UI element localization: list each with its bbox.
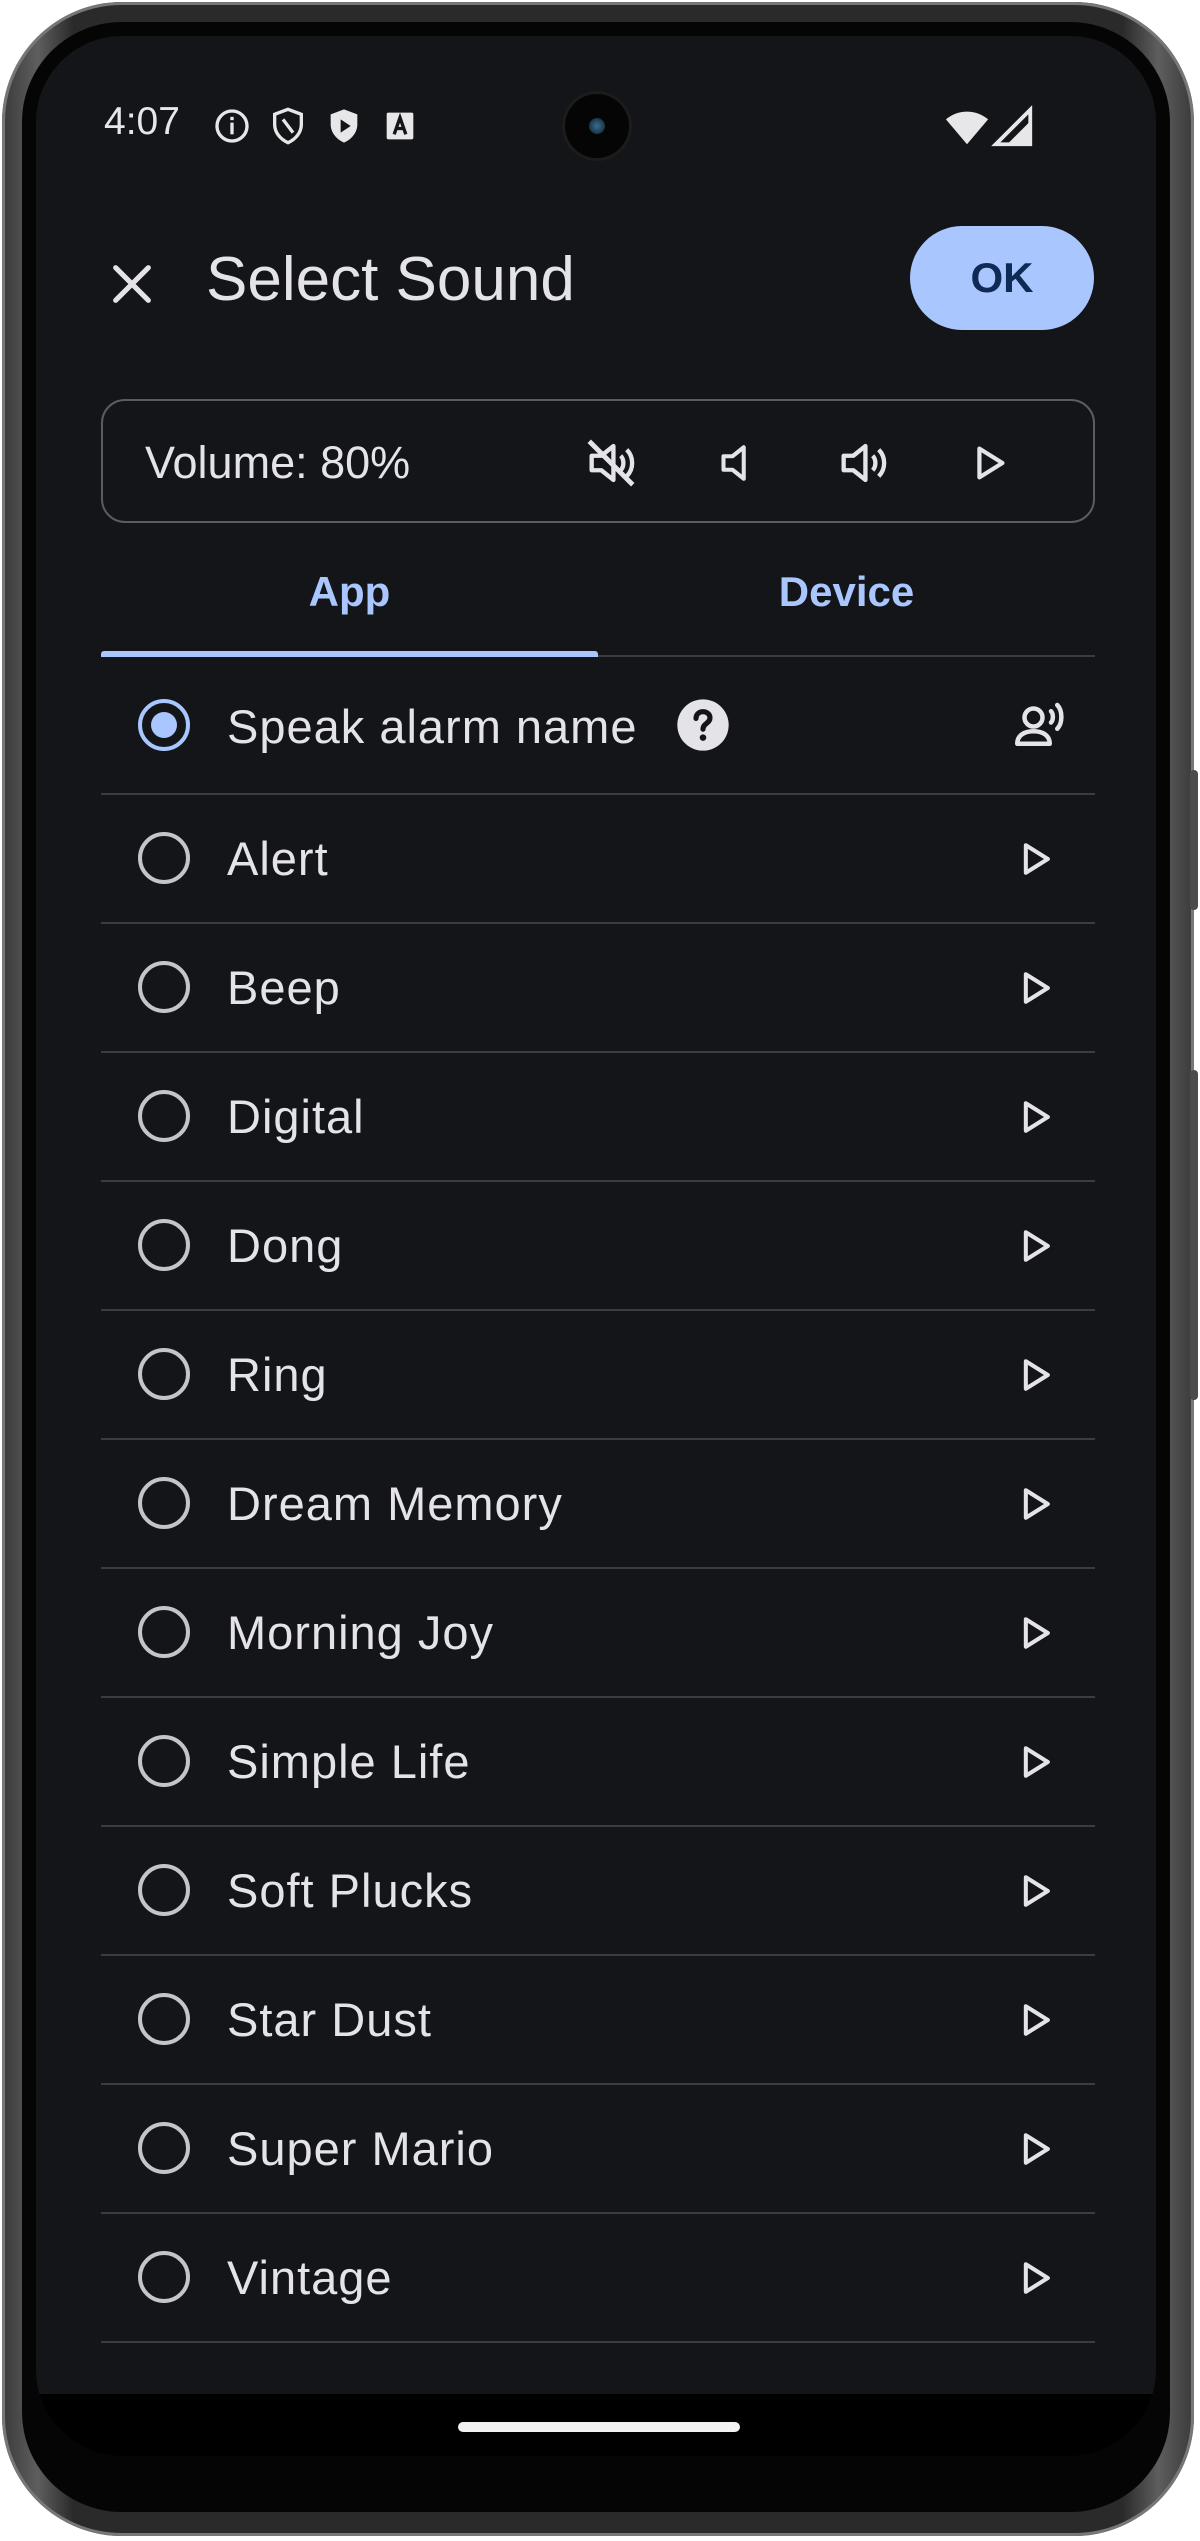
radio-button-selected[interactable] (138, 699, 190, 751)
list-item-label: Alert (227, 832, 329, 885)
radio-button[interactable] (138, 2122, 190, 2174)
sound-list: Speak alarm name Alert Beep Digital Dong (101, 657, 1095, 2343)
close-icon (113, 265, 151, 303)
screen: 4:07 Select Sound OK Volume: 80% App Dev… (36, 36, 1156, 2456)
volume-up-button[interactable] (833, 433, 893, 493)
close-button[interactable] (100, 252, 164, 316)
list-item-speak-alarm-name[interactable]: Speak alarm name (101, 657, 1095, 795)
play-button[interactable] (1005, 1345, 1065, 1405)
list-item[interactable]: Dong (101, 1182, 1095, 1311)
wifi-icon (945, 111, 989, 145)
radio-button[interactable] (138, 1735, 190, 1787)
play-icon (1023, 843, 1050, 875)
radio-button[interactable] (138, 2251, 190, 2303)
play-button[interactable] (1005, 2119, 1065, 2179)
play-shield-icon (330, 109, 358, 143)
play-icon (1023, 1359, 1050, 1391)
play-icon (1023, 1230, 1050, 1262)
play-icon (1023, 2133, 1050, 2165)
play-icon (1023, 1875, 1050, 1907)
power-button (1190, 770, 1198, 910)
play-button[interactable] (1005, 1990, 1065, 2050)
list-item[interactable]: Beep (101, 924, 1095, 1053)
list-item-label: Simple Life (227, 1735, 471, 1788)
radio-button[interactable] (138, 1477, 190, 1529)
list-item-label: Dong (227, 1219, 344, 1272)
play-icon (1023, 1101, 1050, 1133)
radio-button[interactable] (138, 1090, 190, 1142)
volume-rocker (1190, 1070, 1198, 1400)
list-item-label: Dream Memory (227, 1477, 563, 1530)
front-camera (565, 94, 629, 158)
play-button[interactable] (1005, 2248, 1065, 2308)
list-item[interactable]: Simple Life (101, 1698, 1095, 1827)
volume-down-button[interactable] (707, 433, 767, 493)
play-button[interactable] (1005, 958, 1065, 1018)
list-item-label: Speak alarm name (227, 700, 638, 753)
play-button[interactable] (1005, 829, 1065, 889)
a11y-text-icon (386, 112, 414, 140)
list-item[interactable]: Alert (101, 795, 1095, 924)
list-item[interactable]: Digital (101, 1053, 1095, 1182)
play-icon (977, 446, 1005, 480)
tab-app[interactable]: App (101, 568, 598, 616)
tab-bar: App Device (101, 548, 1095, 657)
mute-button[interactable] (581, 433, 641, 493)
volume-down-icon (721, 445, 746, 481)
list-item-label: Ring (227, 1348, 328, 1401)
info-icon (215, 109, 249, 143)
play-button[interactable] (1005, 1732, 1065, 1792)
play-button[interactable] (1005, 1474, 1065, 1534)
list-item[interactable]: Morning Joy (101, 1569, 1095, 1698)
list-item-label: Super Mario (227, 2122, 494, 2175)
volume-card: Volume: 80% (101, 399, 1095, 523)
list-item[interactable]: Super Mario (101, 2085, 1095, 2214)
play-icon (1023, 1746, 1050, 1778)
radio-button[interactable] (138, 1864, 190, 1916)
list-item[interactable]: Soft Plucks (101, 1827, 1095, 1956)
list-item[interactable]: Dream Memory (101, 1440, 1095, 1569)
play-button[interactable] (1005, 1861, 1065, 1921)
ok-button[interactable]: OK (910, 226, 1094, 330)
mute-icon (587, 439, 635, 487)
play-icon (1023, 972, 1050, 1004)
play-icon (1023, 2262, 1050, 2294)
speak-preview-button[interactable] (1011, 695, 1071, 755)
list-item[interactable]: Ring (101, 1311, 1095, 1440)
radio-button[interactable] (138, 1606, 190, 1658)
signal-icon (991, 105, 1033, 147)
play-button[interactable] (1005, 1087, 1065, 1147)
radio-button[interactable] (138, 1993, 190, 2045)
home-gesture-handle[interactable] (458, 2422, 740, 2432)
list-item-label: Beep (227, 961, 341, 1014)
list-item-label: Soft Plucks (227, 1864, 474, 1917)
help-icon[interactable] (675, 697, 731, 753)
radio-button[interactable] (138, 1219, 190, 1271)
list-item[interactable]: Star Dust (101, 1956, 1095, 2085)
list-item-label: Digital (227, 1090, 365, 1143)
play-button[interactable] (1005, 1603, 1065, 1663)
list-item-label: Vintage (227, 2251, 393, 2304)
record-voice-icon (1015, 702, 1064, 746)
radio-button[interactable] (138, 961, 190, 1013)
status-icons (212, 106, 420, 146)
radio-button[interactable] (138, 1348, 190, 1400)
radio-button[interactable] (138, 832, 190, 884)
play-icon (1023, 1488, 1050, 1520)
tab-device[interactable]: Device (598, 568, 1095, 616)
list-item-label: Morning Joy (227, 1606, 494, 1659)
play-icon (1023, 1617, 1050, 1649)
status-time: 4:07 (104, 100, 180, 143)
volume-up-icon (841, 443, 887, 483)
volume-label: Volume: 80% (145, 437, 411, 488)
list-item[interactable]: Vintage (101, 2214, 1095, 2343)
list-item-label: Star Dust (227, 1993, 432, 2046)
play-preview-button[interactable] (959, 433, 1019, 493)
page-title: Select Sound (206, 245, 575, 314)
play-button[interactable] (1005, 1216, 1065, 1276)
play-icon (1023, 2004, 1050, 2036)
shield-icon (273, 107, 303, 145)
